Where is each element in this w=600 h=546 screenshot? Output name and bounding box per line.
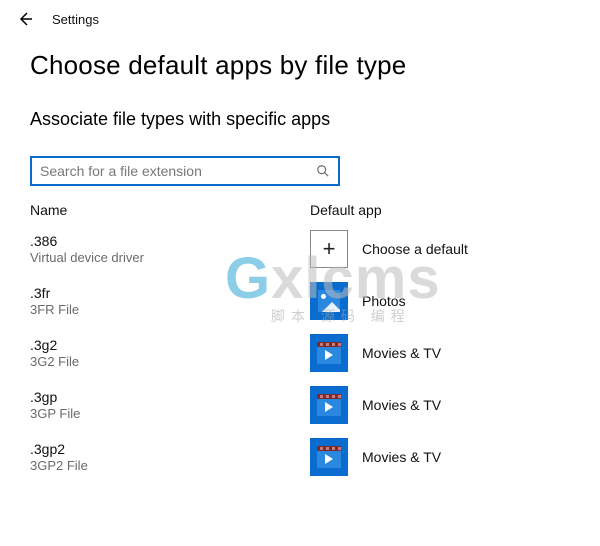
header-title: Settings [52,12,99,27]
file-extension: .3fr [30,285,310,301]
file-type-row: .3g23G2 File Movies & TV [30,334,570,372]
default-app-button[interactable]: Movies & TV [310,386,570,424]
file-extension: .3g2 [30,337,310,353]
search-input[interactable] [40,163,316,179]
file-type-description: 3GP File [30,406,310,421]
movies-tv-icon [310,438,348,476]
file-type-row: .3gp23GP2 File Movies & TV [30,438,570,476]
default-app-button[interactable]: Movies & TV [310,438,570,476]
file-extension: .3gp [30,389,310,405]
search-box[interactable] [30,156,340,186]
movies-tv-icon [310,334,348,372]
column-header-name: Name [30,202,310,218]
file-type-description: 3G2 File [30,354,310,369]
default-app-button[interactable]: Movies & TV [310,334,570,372]
file-type-description: Virtual device driver [30,250,310,265]
default-app-label: Choose a default [362,241,468,257]
movies-tv-icon [310,386,348,424]
search-icon [316,164,330,178]
default-app-label: Movies & TV [362,345,441,361]
back-button[interactable] [16,10,34,28]
file-extension: .3gp2 [30,441,310,457]
default-app-label: Movies & TV [362,397,441,413]
default-app-button[interactable]: + Choose a default [310,230,570,268]
file-extension: .386 [30,233,310,249]
file-type-description: 3FR File [30,302,310,317]
page-title: Choose default apps by file type [30,50,570,81]
file-type-row: .3gp3GP File Movies & TV [30,386,570,424]
default-app-button[interactable]: Photos [310,282,570,320]
file-type-row: .386Virtual device driver+ Choose a defau… [30,230,570,268]
column-header-app: Default app [310,202,570,218]
default-app-label: Photos [362,293,406,309]
photos-icon [310,282,348,320]
file-type-description: 3GP2 File [30,458,310,473]
file-type-row: .3fr3FR File Photos [30,282,570,320]
default-app-label: Movies & TV [362,449,441,465]
plus-icon: + [310,230,348,268]
section-title: Associate file types with specific apps [30,109,570,130]
